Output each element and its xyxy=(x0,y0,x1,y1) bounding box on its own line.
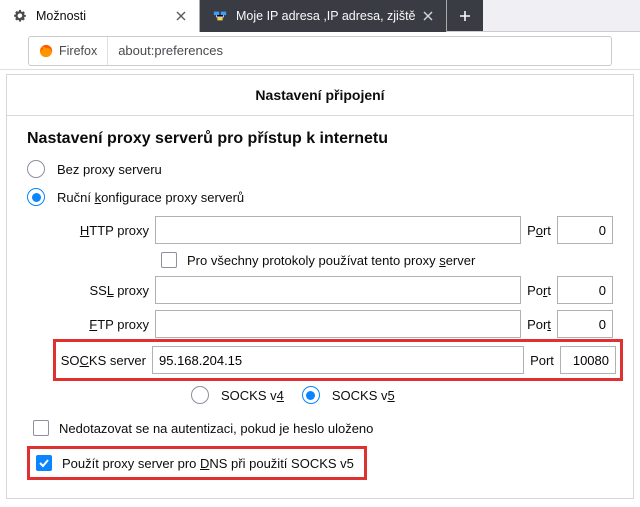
checkbox-dns-over-socks[interactable]: Použít proxy server pro DNS při použití … xyxy=(27,446,367,480)
address-input[interactable]: Firefox about:preferences xyxy=(28,36,612,66)
port-label: Port xyxy=(521,223,557,238)
checkbox-label: Použít proxy server pro DNS při použití … xyxy=(62,456,354,471)
port-label: Port xyxy=(521,317,557,332)
preferences-content: Nastavení připojení Nastavení proxy serv… xyxy=(0,74,640,499)
ftp-proxy-label: FTP proxy xyxy=(63,317,155,332)
checkbox-all-protocols[interactable]: Pro všechny protokoly používat tento pro… xyxy=(161,252,613,268)
socks-proxy-port[interactable] xyxy=(560,346,616,374)
checkbox-icon xyxy=(33,420,49,436)
http-proxy-label: HTTP proxy xyxy=(63,223,155,238)
http-proxy-port[interactable] xyxy=(557,216,613,244)
tab-label: Moje IP adresa ,IP adresa, zjiště xyxy=(236,9,416,23)
section-heading: Nastavení proxy serverů pro přístup k in… xyxy=(27,130,613,148)
new-tab-button[interactable] xyxy=(447,0,483,31)
tab-strip: Možnosti Moje IP adresa ,IP adresa, zjiš… xyxy=(0,0,640,32)
close-icon[interactable] xyxy=(420,8,436,24)
ssl-proxy-port[interactable] xyxy=(557,276,613,304)
socks-version-group: SOCKS v4 SOCKS v5 xyxy=(191,386,613,404)
checkbox-icon xyxy=(161,252,177,268)
tab-options[interactable]: Možnosti xyxy=(0,0,200,32)
radio-icon xyxy=(191,386,209,404)
radio-label: SOCKS v5 xyxy=(332,388,395,403)
radio-socks-v4[interactable]: SOCKS v4 xyxy=(191,386,284,404)
port-label: Port xyxy=(521,283,557,298)
checkbox-label: Nedotazovat se na autentizaci, pokud je … xyxy=(59,421,373,436)
port-label: Port xyxy=(524,353,560,368)
tab-label: Možnosti xyxy=(36,9,169,23)
http-proxy-row: HTTP proxy Port xyxy=(63,216,613,244)
socks-proxy-row: SOCKS server Port xyxy=(58,344,618,376)
radio-icon xyxy=(27,188,45,206)
identity-box[interactable]: Firefox xyxy=(29,37,108,65)
ssl-proxy-row: SSL proxy Port xyxy=(63,276,613,304)
ftp-proxy-host[interactable] xyxy=(155,310,521,338)
checkbox-label: Pro všechny protokoly používat tento pro… xyxy=(187,253,475,268)
ssl-proxy-label: SSL proxy xyxy=(63,283,155,298)
socks-proxy-label: SOCKS server xyxy=(60,353,152,368)
radio-label: Ruční konfigurace proxy serverů xyxy=(57,190,244,205)
ftp-proxy-row: FTP proxy Port xyxy=(63,310,613,338)
ftp-proxy-port[interactable] xyxy=(557,310,613,338)
checkbox-icon xyxy=(36,455,52,471)
tab-ip-address[interactable]: Moje IP adresa ,IP adresa, zjiště xyxy=(200,0,447,32)
socks-proxy-host[interactable] xyxy=(152,346,524,374)
panel-title: Nastavení připojení xyxy=(7,75,633,116)
checkbox-no-auth-prompt[interactable]: Nedotazovat se na autentizaci, pokud je … xyxy=(33,420,613,436)
gear-icon xyxy=(12,8,28,24)
radio-manual-proxy[interactable]: Ruční konfigurace proxy serverů xyxy=(27,188,613,206)
ssl-proxy-host[interactable] xyxy=(155,276,521,304)
radio-icon xyxy=(27,160,45,178)
radio-icon xyxy=(302,386,320,404)
identity-label: Firefox xyxy=(59,44,97,58)
globe-icon xyxy=(212,8,228,24)
address-bar: Firefox about:preferences xyxy=(0,32,640,70)
connection-settings-panel: Nastavení připojení Nastavení proxy serv… xyxy=(6,74,634,499)
http-proxy-host[interactable] xyxy=(155,216,521,244)
manual-proxy-fields: HTTP proxy Port Pro všechny protokoly po… xyxy=(63,216,613,404)
radio-label: SOCKS v4 xyxy=(221,388,284,403)
radio-no-proxy[interactable]: Bez proxy serveru xyxy=(27,160,613,178)
radio-label: Bez proxy serveru xyxy=(57,162,162,177)
close-icon[interactable] xyxy=(173,8,189,24)
radio-socks-v5[interactable]: SOCKS v5 xyxy=(302,386,395,404)
url-text: about:preferences xyxy=(108,43,611,58)
firefox-icon xyxy=(39,44,53,58)
